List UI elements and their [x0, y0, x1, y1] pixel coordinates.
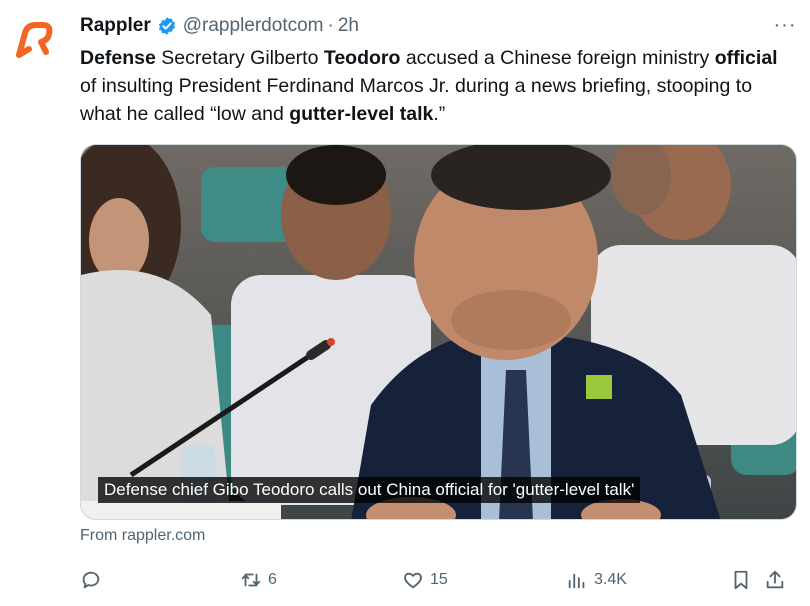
- repost-count: 6: [268, 571, 277, 588]
- text-run: Secretary Gilberto: [155, 47, 324, 69]
- separator-dot: ·: [327, 15, 334, 36]
- repost-button[interactable]: 6: [240, 566, 277, 594]
- post-media-card[interactable]: [80, 144, 797, 520]
- heart-icon: [404, 572, 422, 589]
- reply-button[interactable]: [80, 566, 108, 594]
- reply-icon: [82, 571, 100, 589]
- text-bold: gutter-level talk: [289, 103, 434, 125]
- text-bold: Teodoro: [323, 47, 401, 69]
- text-run: .”: [433, 103, 446, 125]
- views-button[interactable]: 3.4K: [566, 566, 627, 594]
- post-text: Defense Secretary Gilberto Teodoro accus…: [80, 44, 795, 128]
- more-options-button[interactable]: ···: [772, 14, 798, 36]
- views-icon: [568, 573, 585, 589]
- repost-icon: [241, 573, 261, 587]
- like-count: 15: [430, 571, 448, 588]
- author-handle[interactable]: @rapplerdotcom: [183, 15, 324, 37]
- media-caption: Defense chief Gibo Teodoro calls out Chi…: [98, 477, 641, 503]
- bookmark-icon: [734, 570, 748, 590]
- post-time[interactable]: 2h: [338, 15, 359, 37]
- view-count: 3.4K: [594, 571, 627, 588]
- news-photo: [81, 145, 796, 519]
- rappler-logo-icon: [16, 22, 53, 58]
- avatar[interactable]: [12, 18, 56, 62]
- share-icon: [766, 570, 784, 589]
- share-button[interactable]: [764, 566, 786, 594]
- post-actions: 6 15 3.4K: [80, 566, 800, 594]
- link-source[interactable]: From rappler.com: [80, 527, 205, 545]
- text-bold: official: [714, 47, 778, 69]
- bookmark-button[interactable]: [730, 566, 752, 594]
- like-button[interactable]: 15: [402, 566, 448, 594]
- text-run: accused a Chinese foreign ministry: [400, 47, 715, 69]
- text-bold: Defense: [80, 47, 156, 69]
- verified-badge-icon: [158, 17, 175, 35]
- post-header: Rappler @rapplerdotcom · 2h: [80, 14, 790, 38]
- author-name[interactable]: Rappler: [80, 15, 151, 37]
